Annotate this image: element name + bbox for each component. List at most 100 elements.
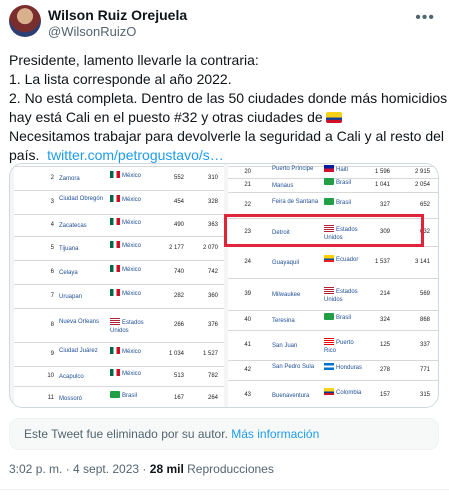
country-flag-icon <box>324 287 334 294</box>
city-cell: San Juan <box>272 343 298 349</box>
homicides-cell: 2 177 <box>168 245 184 251</box>
homicide-table-right: 20 Puerto Príncipe Haití 1 596 2 915 21 Manaus… <box>228 164 438 407</box>
population-cell: 264 <box>207 394 218 401</box>
homicides-cell: 167 <box>173 394 184 401</box>
population-cell: 363 <box>207 222 218 228</box>
rank-cell: 22 <box>244 202 251 208</box>
homicides-cell: 324 <box>379 317 390 323</box>
avatar[interactable] <box>9 5 41 37</box>
table-row: 41 San Juan Puerto Rico 125 337 <box>228 330 438 360</box>
homicides-cell: 266 <box>173 322 184 328</box>
tweet-meta: 3:02 p. m. · 4 sept. 2023 · 28 mil Repro… <box>9 462 274 476</box>
country-name: México <box>122 173 142 179</box>
rank-cell: 3 <box>50 199 54 205</box>
deleted-tweet-notice: Este Tweet fue eliminado por su autor. M… <box>9 418 439 450</box>
country-flag-icon <box>110 289 120 296</box>
homicides-cell: 214 <box>379 291 390 297</box>
country-name: Brasil <box>122 392 138 399</box>
population-cell: 868 <box>419 317 430 323</box>
views-label: Reproducciones <box>187 462 274 476</box>
rank-cell: 10 <box>47 373 54 379</box>
tweet-line: hay está Cali en el puesto #32 y otras c… <box>9 109 323 125</box>
rank-cell: 5 <box>50 245 54 251</box>
country-cell: México <box>110 171 152 180</box>
rank-cell: 43 <box>244 391 251 398</box>
homicides-cell: 740 <box>173 269 184 275</box>
more-horizontal-icon[interactable]: ••• <box>415 9 435 27</box>
rank-cell: 11 <box>47 394 54 401</box>
author-handle[interactable]: @WilsonRuizO <box>48 24 136 39</box>
homicides-cell: 278 <box>379 367 390 373</box>
rank-cell: 41 <box>244 342 251 348</box>
rank-cell: 7 <box>50 293 54 299</box>
country-name: México <box>122 267 142 273</box>
table-row: 9 Ciudad Juárez México 1 034 1 527 <box>14 342 224 366</box>
population-cell: 2 915 <box>414 169 430 175</box>
table-row: 4 Zacatecas México 490 363 <box>14 214 224 236</box>
country-name: Brasil <box>336 180 352 186</box>
country-cell: México <box>110 241 152 250</box>
city-cell: Ciudad Obregón <box>59 196 104 202</box>
country-flag-icon <box>324 338 334 345</box>
homicides-cell: 490 <box>173 222 184 228</box>
city-cell: Acapulco <box>59 374 84 380</box>
country-name: Ecuador <box>336 257 359 263</box>
population-cell: 771 <box>419 367 430 373</box>
tweet-line: 2. No está completa. Dentro de las 50 ci… <box>9 90 448 106</box>
homicides-cell: 454 <box>173 199 184 205</box>
country-name: Brasil <box>336 200 352 206</box>
city-cell: Celaya <box>59 270 78 276</box>
tweet-line: Necesitamos trabajar para devolverle la … <box>9 128 444 144</box>
homicides-cell: 157 <box>379 391 390 398</box>
country-cell: Estados Unidos <box>110 318 152 335</box>
city-cell: Manaus <box>272 183 294 189</box>
population-cell: 310 <box>207 175 218 181</box>
table-row: 39 Milwaukee Estados Unidos 214 569 <box>228 278 438 310</box>
city-cell: Nueva Orleans <box>59 319 100 325</box>
city-cell: Milwaukee <box>272 292 301 298</box>
population-cell: 742 <box>207 269 218 275</box>
colombia-flag-icon <box>325 112 342 123</box>
quoted-tweet-link[interactable]: twitter.com/petrogustavo/s… <box>47 147 224 163</box>
homicides-cell: 327 <box>379 202 390 208</box>
table-row: 43 Buenaventura Colombia 157 315 <box>228 380 438 407</box>
country-name: México <box>122 197 142 203</box>
country-name: Colombia <box>336 389 362 396</box>
timestamp[interactable]: 3:02 p. m. · 4 sept. 2023 · <box>9 462 146 476</box>
country-flag-icon <box>110 241 120 248</box>
table-row: 8 Nueva Orleans Estados Unidos 266 376 <box>14 308 224 342</box>
country-cell: México <box>110 289 152 298</box>
city-cell: Puerto Príncipe <box>272 166 314 172</box>
country-name: México <box>122 349 142 355</box>
rank-cell: 40 <box>244 317 251 323</box>
homicides-cell: 282 <box>173 293 184 299</box>
table-row: 11 Mossoró Brasil 167 264 <box>14 386 224 407</box>
views-count: 28 mil <box>149 462 184 476</box>
country-flag-icon <box>110 171 120 178</box>
tweet-image[interactable]: 2 Zamora México 552 310 3 Ciudad Obregón México… <box>9 163 439 408</box>
author-name[interactable]: Wilson Ruiz Orejuela <box>48 7 187 23</box>
population-cell: 328 <box>207 199 218 205</box>
population-cell: 3 141 <box>414 259 430 265</box>
homicides-cell: 125 <box>379 342 390 348</box>
homicides-cell: 1 034 <box>168 351 184 357</box>
country-cell: México <box>110 195 152 204</box>
rank-cell: 21 <box>244 182 251 188</box>
tweet-line: Presidente, lamento llevarle la contrari… <box>9 52 259 68</box>
country-flag-icon <box>324 387 334 395</box>
table-row: 20 Puerto Príncipe Haití 1 596 2 915 <box>228 165 438 178</box>
population-cell: 360 <box>207 293 218 299</box>
city-cell: Guayaquil <box>272 260 300 266</box>
more-info-link[interactable]: Más información <box>231 427 319 441</box>
country-flag-icon <box>324 165 334 172</box>
rank-cell: 39 <box>244 291 251 297</box>
country-name: Haití <box>336 167 349 173</box>
homicides-cell: 1 041 <box>374 182 390 188</box>
country-flag-icon <box>324 363 334 370</box>
country-flag-icon <box>110 318 120 325</box>
country-flag-icon <box>110 347 120 354</box>
tweet-text: Presidente, lamento llevarle la contrari… <box>9 51 448 165</box>
country-flag-icon <box>110 218 120 225</box>
population-cell: 652 <box>419 202 430 208</box>
table-row: 6 Celaya México 740 742 <box>14 260 224 284</box>
